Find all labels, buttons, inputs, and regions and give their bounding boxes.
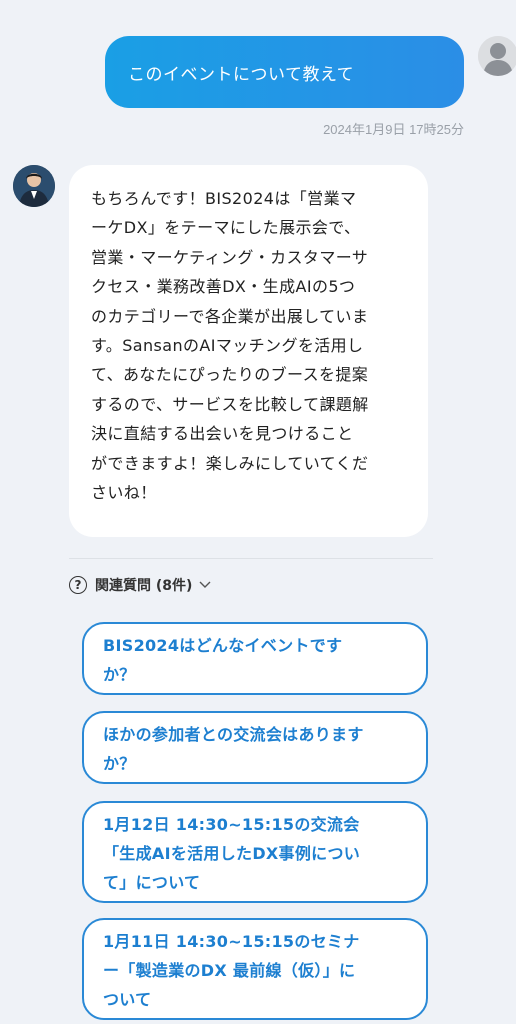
user-message-bubble: このイベントについて教えて (105, 36, 464, 108)
divider (69, 558, 433, 559)
bot-message-bubble: もちろんです！BIS2024は「営業マ ーケDX」をテーマにした展示会で、 営業… (69, 165, 428, 537)
related-question-button[interactable]: 1月11日 14:30~15:15のセミナ ー「製造業のDX 最前線（仮）」に … (82, 918, 428, 1020)
related-question-button[interactable]: ほかの参加者との交流会はあります か？ (82, 711, 428, 784)
related-questions-label: 関連質問 (8件) (95, 578, 193, 594)
related-question-button[interactable]: BIS2024はどんなイベントです か？ (82, 622, 428, 695)
assistant-avatar-icon (13, 165, 55, 207)
chevron-down-icon (198, 578, 212, 592)
bot-avatar (13, 165, 55, 207)
user-silhouette-icon (478, 36, 516, 76)
user-message-text: このイベントについて教えて (128, 64, 355, 85)
message-timestamp: 2024年1月9日 17時25分 (323, 122, 464, 137)
user-avatar (478, 36, 516, 76)
question-circle-icon: ? (69, 576, 87, 594)
related-questions-toggle[interactable]: ? 関連質問 (8件) (69, 573, 212, 597)
related-question-button[interactable]: 1月12日 14:30~15:15の交流会 「生成AIを活用したDX事例につい … (82, 801, 428, 903)
